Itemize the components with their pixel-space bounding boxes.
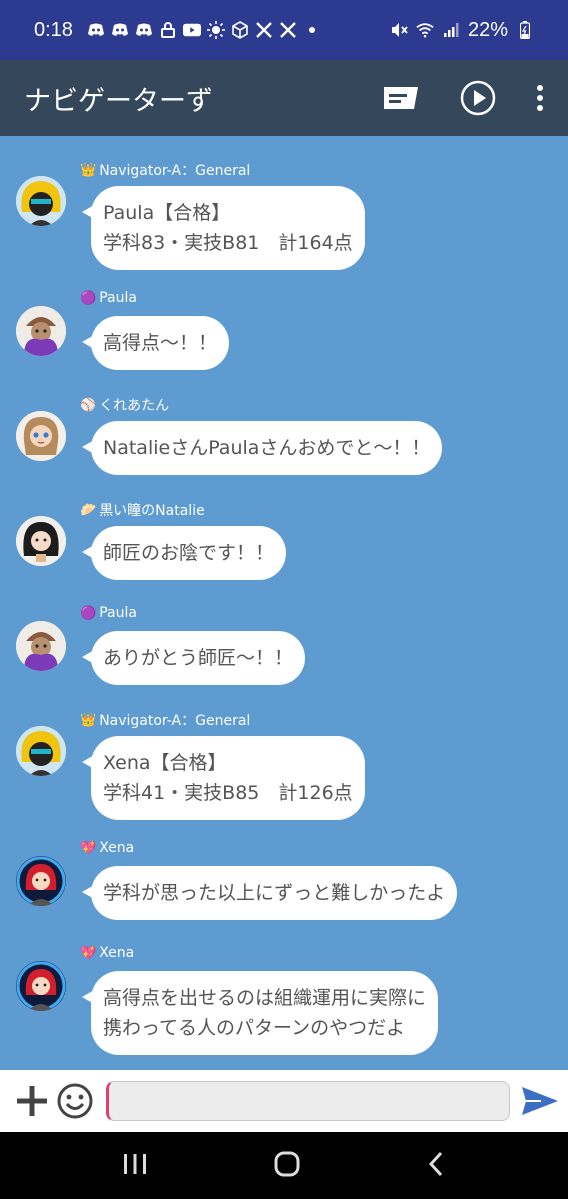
purple-circle-icon: 🟣 <box>80 605 97 621</box>
avatar[interactable] <box>16 726 66 776</box>
message-text: Paula【合格】 <box>103 202 231 224</box>
attach-button[interactable] <box>14 1083 50 1119</box>
message-text: 師匠のお陰です！！ <box>103 542 275 564</box>
sender-line: 💖 Xena <box>80 840 134 856</box>
smiley-icon <box>57 1083 93 1119</box>
avatar[interactable] <box>16 856 66 906</box>
play-icon <box>460 80 496 116</box>
lock-icon <box>159 21 177 39</box>
message-text: 高得点を出せるのは組織運用に実際に <box>103 987 427 1009</box>
sender-line: 👑 Navigator-A：General <box>80 160 250 180</box>
sender-name: Paula <box>99 290 137 306</box>
sender-name: 黒い瞳のNatalie <box>99 503 205 519</box>
dot-icon <box>303 21 321 39</box>
baseball-icon: ⚾ <box>80 397 97 413</box>
sender-name: Navigator-A：General <box>99 163 251 179</box>
discord-icon <box>135 21 153 39</box>
message-bubble[interactable]: ありがとう師匠〜！！ <box>81 631 306 685</box>
discord-icon <box>87 21 105 39</box>
avatar[interactable] <box>16 306 66 356</box>
message-bubble[interactable]: 高得点を出せるのは組織運用に実際に 携わってる人のパターンのやつだよ <box>81 971 439 1055</box>
message-text: NatalieさんPaulaさんおめでと〜！！ <box>103 437 431 459</box>
avatar[interactable] <box>16 621 66 671</box>
sender-line: ⚾ くれあたん <box>80 395 169 415</box>
wifi-icon <box>416 21 434 39</box>
message-bubble[interactable]: Xena【合格】 学科41・実技B85 計126点 <box>82 736 365 820</box>
x-icon <box>255 21 273 39</box>
sender-line: 👑 Navigator-A：General <box>80 710 250 730</box>
x-icon <box>279 21 297 39</box>
emoji-button[interactable] <box>56 1082 94 1120</box>
message-composer <box>0 1070 568 1132</box>
app-bar: ナビゲーターず <box>0 60 568 136</box>
dumpling-icon: 🥟 <box>80 502 97 518</box>
send-button[interactable] <box>520 1081 560 1121</box>
play-button[interactable] <box>460 80 496 116</box>
avatar[interactable] <box>16 411 66 461</box>
back-button[interactable] <box>426 1151 446 1181</box>
purple-circle-icon: 🟣 <box>80 290 97 306</box>
message-bubble[interactable]: 高得点〜！！ <box>81 316 230 370</box>
sender-line: 🟣 Paula <box>80 290 137 306</box>
discord-icon <box>111 21 129 39</box>
send-icon <box>522 1087 558 1115</box>
sparkling-heart-icon: 💖 <box>80 945 97 961</box>
sender-name: くれあたん <box>99 398 170 414</box>
sender-line: 💖 Xena <box>80 945 134 961</box>
system-nav-bar <box>0 1132 568 1199</box>
message-bubble[interactable]: 学科が思った以上にずっと難しかったよ <box>81 866 458 920</box>
message-text: 学科41・実技B85 計126点 <box>103 782 353 804</box>
more-options-button[interactable] <box>536 85 544 111</box>
sender-line: 🥟 黒い瞳のNatalie <box>80 500 205 520</box>
message-text: 学科が思った以上にずっと難しかったよ <box>103 882 446 904</box>
recent-apps-icon <box>124 1153 147 1174</box>
message-text: 高得点〜！！ <box>103 332 218 354</box>
avatar[interactable] <box>16 516 66 566</box>
mute-icon <box>390 21 408 39</box>
signal-icon <box>442 21 460 39</box>
status-bar: 0:18 22% <box>0 0 568 60</box>
message-bubble[interactable]: 師匠のお陰です！！ <box>81 526 287 580</box>
message-text: Xena【合格】 <box>103 752 227 774</box>
message-list-button[interactable] <box>382 85 420 111</box>
avatar[interactable] <box>16 176 66 226</box>
message-icon <box>384 87 418 109</box>
sender-name: Xena <box>99 945 135 961</box>
sparkling-heart-icon: 💖 <box>80 840 97 856</box>
message-input[interactable] <box>106 1081 510 1121</box>
battery-level: 22% <box>467 18 508 41</box>
recent-apps-button[interactable] <box>122 1152 148 1180</box>
cube-icon <box>231 21 249 39</box>
youtube-icon <box>182 21 201 39</box>
sender-line: 🟣 Paula <box>80 605 137 621</box>
back-chevron-icon <box>428 1151 442 1176</box>
plus-icon <box>17 1086 47 1116</box>
message-bubble[interactable]: Paula【合格】 学科83・実技B81 計164点 <box>82 186 365 270</box>
avatar[interactable] <box>16 961 66 1011</box>
more-vertical-icon <box>537 85 543 111</box>
crown-icon: 👑 <box>80 162 97 178</box>
sender-name: Xena <box>99 840 135 856</box>
battery-charging-icon <box>516 21 534 39</box>
home-button[interactable] <box>273 1150 301 1182</box>
message-text: 携わってる人のパターンのやつだよ <box>103 1017 406 1039</box>
message-bubble[interactable]: NatalieさんPaulaさんおめでと〜！！ <box>81 421 443 475</box>
brightness-icon <box>206 21 225 39</box>
home-icon <box>274 1151 300 1176</box>
sender-name: Paula <box>99 605 137 621</box>
chat-area[interactable]: 👑 Navigator-A：General Paula【合格】 学科83・実技B… <box>0 136 568 1070</box>
page-title: ナビゲーターず <box>24 85 213 117</box>
message-text: 学科83・実技B81 計164点 <box>103 232 353 254</box>
crown-icon: 👑 <box>80 712 97 728</box>
sender-name: Navigator-A：General <box>99 713 251 729</box>
status-time: 0:18 <box>34 18 73 41</box>
message-text: ありがとう師匠〜！！ <box>103 647 294 669</box>
